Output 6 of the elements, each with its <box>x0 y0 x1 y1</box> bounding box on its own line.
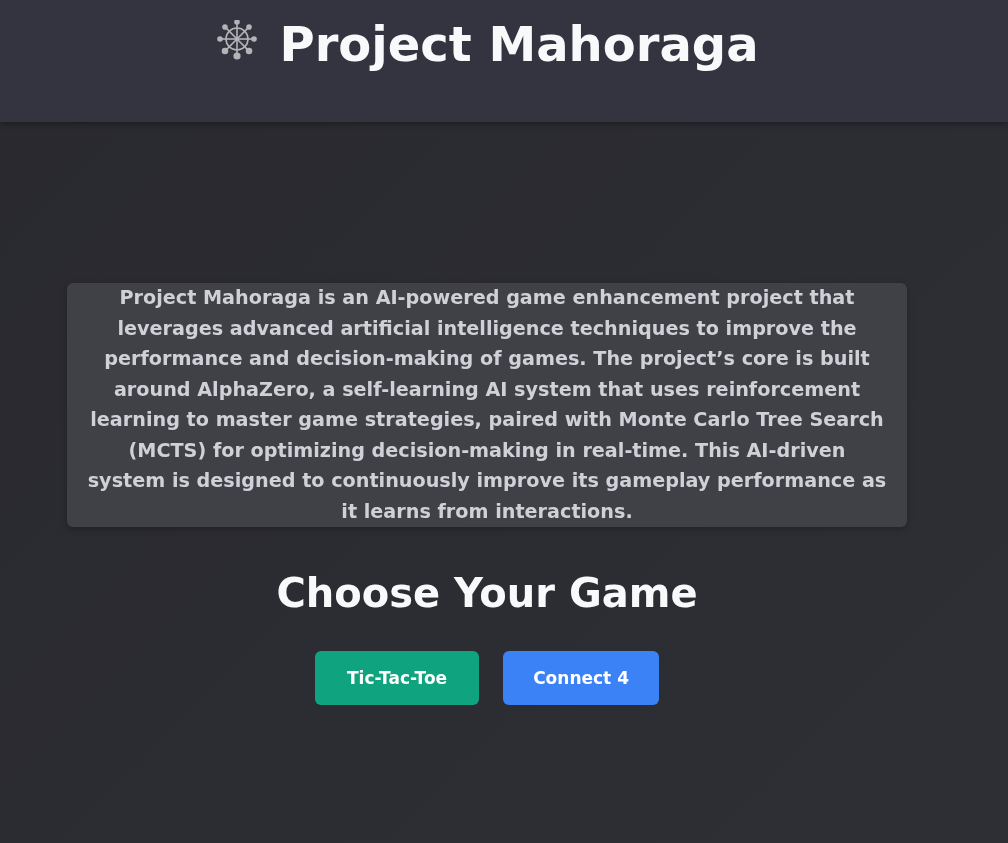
game-button[interactable]: Tic-Tac-Toe <box>315 651 480 705</box>
section-heading: Choose Your Game <box>276 569 698 617</box>
game-button[interactable]: Connect 4 <box>503 651 659 705</box>
wheel-icon <box>215 20 260 60</box>
page-title: Project Mahoraga <box>279 15 759 74</box>
description-text: Project Mahoraga is an AI-powered game enhancement project that leverages advanced artificial intelligence techniques to improve the performance and decision-making of games. The project’s core is built around AlphaZero, a self-learning AI system that uses reinforcement learning to master game strategies, paired with Monte Carlo Tree Search (MCTS) for optimizing decision-making in real-time. This AI-driven system is designed to continuously improve its gameplay performance as it learns from interactions. <box>87 285 887 525</box>
